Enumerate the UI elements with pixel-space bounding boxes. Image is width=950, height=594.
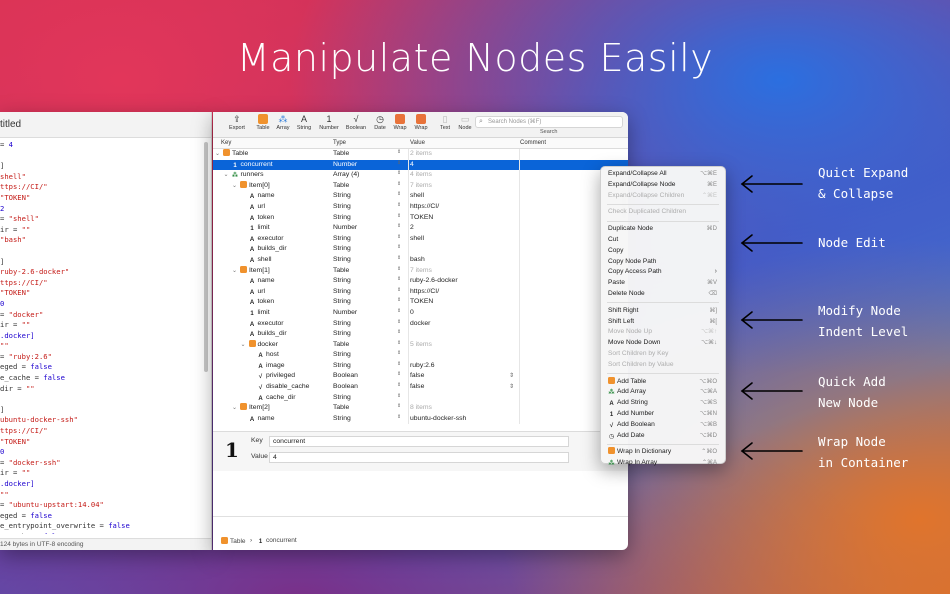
left-arrow-icon	[740, 311, 803, 329]
left-arrow-icon	[740, 234, 803, 252]
left-arrow-icon	[740, 442, 803, 460]
left-arrow-icon	[740, 382, 803, 400]
annotation-arrows	[740, 175, 803, 460]
left-arrow-icon	[740, 175, 803, 193]
